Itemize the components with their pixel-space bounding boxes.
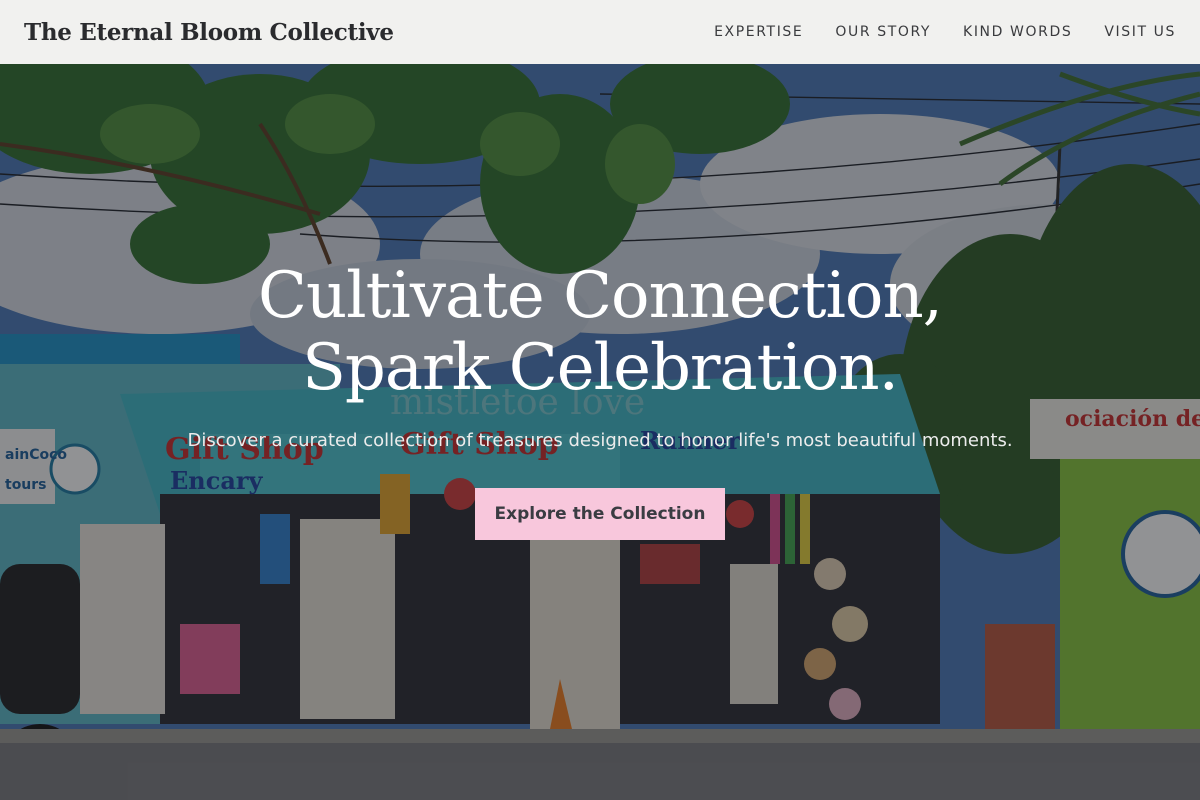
main-nav: EXPERTISE OUR STORY KIND WORDS VISIT US — [714, 24, 1176, 40]
nav-link-kind-words[interactable]: KIND WORDS — [963, 24, 1072, 40]
hero-title-line1: Cultivate Connection, — [257, 259, 943, 333]
hero-section: ainCoco tours Gift Shop Encary Gift Shop… — [0, 64, 1200, 800]
nav-link-visit-us[interactable]: VISIT US — [1104, 24, 1176, 40]
explore-collection-button[interactable]: Explore the Collection — [475, 488, 725, 540]
hero-title: Cultivate Connection, Spark Celebration. — [0, 260, 1200, 404]
site-header: The Eternal Bloom Collective EXPERTISE O… — [0, 0, 1200, 64]
brand-logo[interactable]: The Eternal Bloom Collective — [24, 19, 394, 46]
nav-link-expertise[interactable]: EXPERTISE — [714, 24, 803, 40]
hero-subtitle: Discover a curated collection of treasur… — [187, 430, 1013, 451]
hero-content: Cultivate Connection, Spark Celebration.… — [0, 64, 1200, 800]
hero-title-line2: Spark Celebration. — [302, 331, 899, 405]
nav-link-our-story[interactable]: OUR STORY — [835, 24, 931, 40]
